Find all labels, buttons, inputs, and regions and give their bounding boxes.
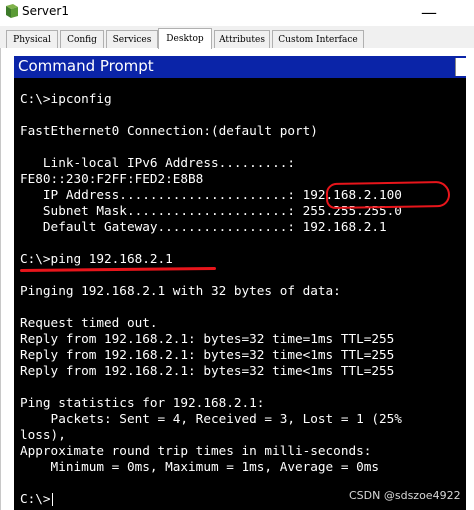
tab-custom-interface[interactable]: Custom Interface [272,30,364,48]
terminal-line: Reply from 192.168.2.1: bytes=32 time<1m… [20,363,395,378]
terminal-prompt-line[interactable]: C:\> [20,491,402,507]
terminal-line: loss), [20,427,66,442]
command-prompt-title: Command Prompt [18,57,154,75]
text-cursor [51,493,53,506]
header-edge-control[interactable] [455,58,466,76]
tab-desktop[interactable]: Desktop [158,28,212,49]
ip-address-highlight-circle [325,180,451,210]
terminal-line: Link-local IPv6 Address.........: [20,155,295,170]
terminal-line: Reply from 192.168.2.1: bytes=32 time=1m… [20,331,395,346]
watermark: CSDN @sdszoe4922 [349,489,461,502]
terminal-line: C:\>ipconfig [20,91,112,106]
terminal-line-ping-command: C:\>ping 192.168.2.1 [20,251,173,266]
window-title: Server1 [22,4,69,18]
minimize-icon: — [421,2,437,22]
minimize-button[interactable]: — [415,2,443,22]
title-bar: Server1 — [0,0,474,26]
terminal-text: C:\>ipconfig FastEthernet0 Connection:(de… [20,91,402,507]
terminal-line: Packets: Sent = 4, Received = 3, Lost = … [20,411,402,426]
terminal-line: Request timed out. [20,315,158,330]
tab-services[interactable]: Services [106,30,158,48]
terminal-line: Default Gateway.................: 192.16… [20,219,387,234]
terminal-line: FastEthernet0 Connection:(default port) [20,123,318,138]
tab-bar: Physical Config Services Desktop Attribu… [0,26,474,49]
command-prompt-header: Command Prompt [14,56,466,78]
terminal-output[interactable]: C:\>ipconfig FastEthernet0 Connection:(de… [14,78,466,510]
tab-physical[interactable]: Physical [6,30,58,48]
tab-attributes[interactable]: Attributes [214,30,270,48]
terminal-line: Pinging 192.168.2.1 with 32 bytes of dat… [20,283,341,298]
server-app-icon [6,4,18,18]
terminal-line: Approximate round trip times in milli-se… [20,443,372,458]
terminal-prompt: C:\> [20,491,51,506]
terminal-line: Reply from 192.168.2.1: bytes=32 time<1m… [20,347,395,362]
terminal-line: Minimum = 0ms, Maximum = 1ms, Average = … [20,459,380,474]
tab-config[interactable]: Config [60,30,104,48]
terminal-line: Ping statistics for 192.168.2.1: [20,395,265,410]
